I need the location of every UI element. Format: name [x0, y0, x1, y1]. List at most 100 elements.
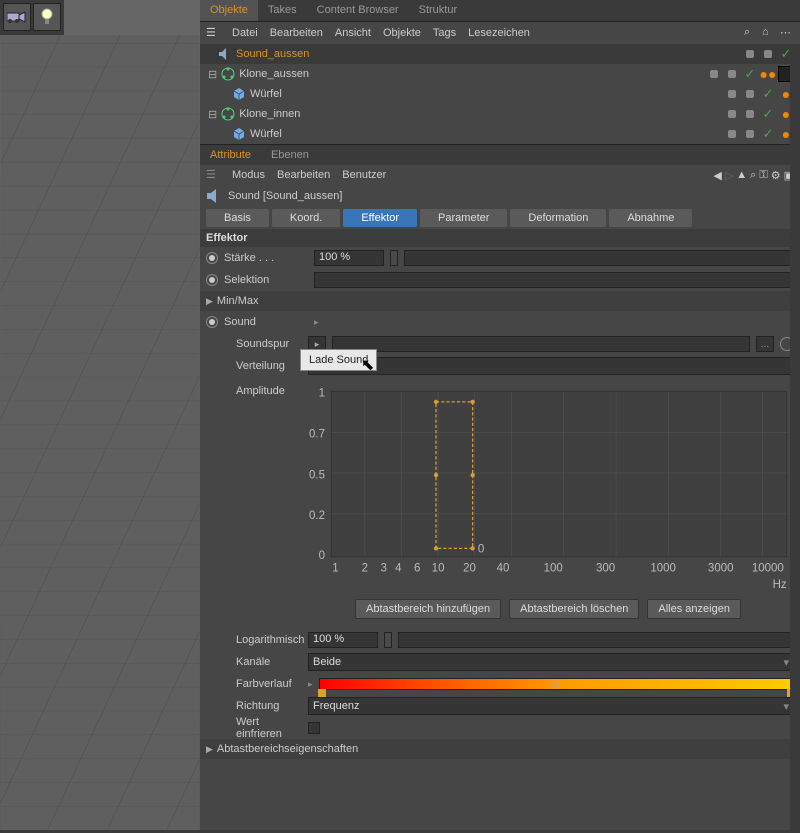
subtab-koord[interactable]: Koord. — [272, 209, 340, 227]
find-icon[interactable]: ⌕ — [744, 26, 758, 40]
svg-text:10: 10 — [432, 562, 445, 574]
gradient-editor[interactable] — [319, 678, 794, 690]
collapse-minmax[interactable]: ▶ Min/Max — [200, 291, 800, 311]
spinner-staerke[interactable] — [390, 250, 398, 266]
tree-item-wuerfel-1: Würfel ✓● — [200, 84, 800, 104]
viewport-light-icon[interactable] — [33, 3, 61, 31]
gear-icon[interactable]: ⚙ — [771, 169, 781, 182]
subtab-parameter[interactable]: Parameter — [420, 209, 507, 227]
svg-text:4: 4 — [395, 562, 402, 574]
menu-modus[interactable]: Modus — [232, 169, 265, 181]
tab-ebenen[interactable]: Ebenen — [261, 149, 319, 161]
menu-lesezeichen[interactable]: Lesezeichen — [468, 27, 530, 39]
svg-text:1: 1 — [319, 388, 325, 400]
label-kanaele: Kanäle — [206, 656, 302, 668]
sound-effector-icon — [218, 47, 232, 61]
menu-tags[interactable]: Tags — [433, 27, 456, 39]
menu-bearbeiten2[interactable]: Bearbeiten — [277, 169, 330, 181]
anim-dot-selektion[interactable] — [206, 274, 218, 286]
tab-struktur[interactable]: Struktur — [409, 0, 468, 21]
chevron-right-icon: ▸ — [314, 317, 319, 328]
svg-text:0.7: 0.7 — [309, 428, 325, 440]
svg-text:3: 3 — [380, 562, 386, 574]
sound-effector-icon — [206, 188, 222, 204]
tab-objekte[interactable]: Objekte — [200, 0, 258, 21]
menu-icon: ☰ — [206, 26, 220, 40]
object-tree[interactable]: Sound_aussen ✓ ⊟ Klone_aussen ✓●● Würfel… — [200, 44, 800, 144]
select-verteilung[interactable] — [308, 357, 794, 375]
object-title: Sound [Sound_aussen] — [228, 190, 342, 202]
svg-text:300: 300 — [596, 562, 615, 574]
svg-text:Hz: Hz — [773, 579, 787, 591]
nav-back-icon[interactable]: ◀ — [713, 169, 721, 182]
svg-text:40: 40 — [497, 562, 510, 574]
checkbox-wert-einfrieren[interactable] — [308, 722, 320, 734]
menu-objekte[interactable]: Objekte — [383, 27, 421, 39]
select-kanaele[interactable]: Beide — [308, 653, 794, 671]
svg-text:10000: 10000 — [752, 562, 784, 574]
select-richtung[interactable]: Frequenz — [308, 697, 794, 715]
tab-takes[interactable]: Takes — [258, 0, 307, 21]
label-selektion: Selektion — [224, 274, 308, 286]
spinner-log[interactable] — [384, 632, 392, 648]
svg-text:6: 6 — [414, 562, 420, 574]
btn-abtast-add[interactable]: Abtastbereich hinzufügen — [355, 599, 501, 619]
cube-icon — [232, 87, 246, 101]
svg-text:20: 20 — [463, 562, 476, 574]
cloner-icon — [221, 107, 235, 121]
label-sound: Sound — [224, 316, 308, 328]
input-staerke[interactable]: 100 % — [314, 250, 384, 266]
tab-attribute[interactable]: Attribute — [200, 149, 261, 161]
gradient-handle-left[interactable] — [318, 689, 326, 697]
collapse-abtast[interactable]: ▶ Abtastbereichseigenschaften — [200, 739, 800, 759]
svg-text:0: 0 — [478, 544, 484, 556]
label-staerke: Stärke . . . — [224, 252, 308, 264]
find-icon[interactable]: ⌕ — [750, 169, 756, 182]
subtab-basis[interactable]: Basis — [206, 209, 269, 227]
mouse-cursor-icon: ⬉ — [361, 355, 374, 375]
svg-text:0.5: 0.5 — [309, 469, 325, 481]
subtab-deformation[interactable]: Deformation — [510, 209, 606, 227]
cube-icon — [232, 127, 246, 141]
label-log: Logarithmisch — [206, 634, 302, 646]
viewport-camera-icon[interactable] — [3, 3, 31, 31]
menu-bearbeiten[interactable]: Bearbeiten — [270, 27, 323, 39]
svg-text:1000: 1000 — [650, 562, 676, 574]
amplitude-chart[interactable]: 1 0.7 0.5 0.2 0 — [302, 383, 794, 592]
misc-icon[interactable]: ⋯ — [780, 26, 794, 40]
btn-abtast-all[interactable]: Alles anzeigen — [647, 599, 741, 619]
viewport-3d[interactable] — [0, 35, 200, 830]
anim-dot-staerke[interactable] — [206, 252, 218, 264]
subtab-abnahme[interactable]: Abnahme — [609, 209, 692, 227]
cloner-icon — [221, 67, 235, 81]
input-selektion[interactable] — [314, 272, 794, 288]
scrollbar[interactable] — [790, 50, 800, 830]
svg-text:3000: 3000 — [708, 562, 734, 574]
svg-text:2: 2 — [362, 562, 368, 574]
label-verteilung: Verteilung — [206, 360, 302, 372]
menu-icon: ☰ — [206, 168, 220, 182]
slider-log[interactable] — [398, 632, 794, 648]
chevron-right-icon: ▶ — [206, 744, 213, 755]
lock-icon[interactable]: ⚿ — [759, 169, 767, 182]
subtab-effektor[interactable]: Effektor — [343, 209, 417, 227]
svg-text:100: 100 — [544, 562, 563, 574]
btn-abtast-del[interactable]: Abtastbereich löschen — [509, 599, 639, 619]
input-log[interactable]: 100 % — [308, 632, 378, 648]
label-soundspur: Soundspur — [206, 338, 302, 350]
menu-benutzer[interactable]: Benutzer — [342, 169, 386, 181]
menu-ansicht[interactable]: Ansicht — [335, 27, 371, 39]
section-effektor: Effektor — [200, 229, 800, 247]
slider-staerke[interactable] — [404, 250, 794, 266]
browse-button[interactable]: … — [756, 336, 774, 352]
nav-fwd-icon[interactable]: ▷ — [725, 169, 733, 182]
input-soundspur[interactable] — [332, 336, 750, 352]
tab-content-browser[interactable]: Content Browser — [307, 0, 409, 21]
svg-text:0.2: 0.2 — [309, 510, 325, 522]
nav-up-icon[interactable]: ▲ — [736, 169, 747, 181]
tree-item-wuerfel-2: Würfel ✓● — [200, 124, 800, 144]
home-icon[interactable]: ⌂ — [762, 26, 776, 40]
menu-datei[interactable]: Datei — [232, 27, 258, 39]
chevron-right-icon: ▸ — [308, 679, 313, 690]
anim-dot-sound[interactable] — [206, 316, 218, 328]
